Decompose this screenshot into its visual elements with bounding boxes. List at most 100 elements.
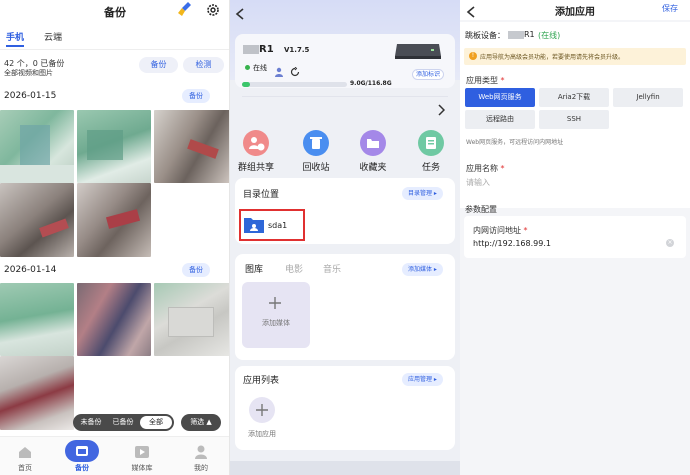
nav-backup-active[interactable] bbox=[65, 440, 99, 462]
app-list-title: 应用列表 bbox=[243, 376, 280, 386]
photo-thumbnail[interactable] bbox=[0, 183, 74, 257]
app-name-input[interactable]: 请输入 bbox=[466, 177, 490, 188]
device-status: 在线 bbox=[253, 64, 267, 72]
add-media-tile[interactable] bbox=[242, 282, 310, 348]
clear-icon[interactable]: × bbox=[666, 239, 674, 247]
directory-manage-button[interactable]: 目录管理 ▸ bbox=[402, 187, 443, 200]
folder-name[interactable]: sda1 bbox=[268, 221, 287, 230]
add-tag-button[interactable]: 添加标识 bbox=[412, 69, 444, 80]
backup-button[interactable]: 备份 bbox=[139, 57, 178, 73]
group-backup-button[interactable]: 备份 bbox=[182, 89, 210, 103]
tab-music[interactable]: 音乐 bbox=[323, 262, 341, 275]
app-type-label: 应用类型 * bbox=[466, 76, 505, 85]
device-name-redaction bbox=[243, 45, 259, 54]
filter-button[interactable]: 筛选 ▲ bbox=[181, 414, 221, 431]
online-dot bbox=[245, 65, 250, 70]
device-redaction bbox=[508, 31, 524, 39]
backup-panel: 备份 手机 云端 42 个，0 已备份 全部视频和图片 备份 检测 2026-0… bbox=[0, 0, 230, 475]
device-name: R1 bbox=[259, 44, 274, 55]
router-device-icon bbox=[393, 40, 443, 60]
app-manage-label: 应用管理 bbox=[408, 376, 433, 383]
folder-icon bbox=[243, 214, 265, 236]
date-header: 2026-01-14 bbox=[4, 265, 57, 275]
recycle-bin-label[interactable]: 回收站 bbox=[293, 160, 339, 173]
tasks-label[interactable]: 任务 bbox=[408, 160, 454, 173]
settings-icon[interactable] bbox=[206, 2, 220, 16]
storage-bar-track bbox=[242, 82, 347, 87]
nav-home[interactable]: 首页 bbox=[12, 463, 38, 473]
group-share-icon[interactable] bbox=[243, 130, 269, 156]
group-backup-button[interactable]: 备份 bbox=[182, 263, 210, 277]
add-app-button[interactable] bbox=[249, 397, 275, 423]
add-app-label: 添加应用 bbox=[248, 430, 276, 438]
favorites-label[interactable]: 收藏夹 bbox=[350, 160, 396, 173]
directory-manage-label: 目录管理 bbox=[408, 190, 433, 197]
type-aria2[interactable]: Aria2下载 bbox=[539, 88, 609, 107]
photo-thumbnail[interactable] bbox=[0, 356, 74, 430]
photo-thumbnail[interactable] bbox=[154, 283, 229, 356]
tab-movies[interactable]: 电影 bbox=[285, 262, 303, 275]
filter-not-backed-up[interactable]: 未备份 bbox=[75, 416, 107, 429]
back-icon[interactable] bbox=[235, 5, 245, 20]
date-header: 2026-01-15 bbox=[4, 91, 57, 101]
photo-thumbnail[interactable] bbox=[77, 183, 151, 257]
refresh-icon[interactable] bbox=[290, 62, 300, 77]
page-title: 添加应用 bbox=[555, 7, 595, 18]
tab-indicator bbox=[6, 45, 24, 47]
params-card bbox=[464, 216, 686, 258]
type-jellyfin[interactable]: Jellyfin bbox=[613, 88, 683, 107]
filter-all[interactable]: 全部 bbox=[140, 416, 172, 429]
type-ssh[interactable]: SSH bbox=[539, 110, 609, 129]
group-share-label[interactable]: 群组共享 bbox=[233, 160, 279, 173]
add-media-label: 添加媒体 bbox=[262, 319, 290, 327]
warning-icon: ! bbox=[469, 52, 477, 60]
tasks-icon[interactable] bbox=[418, 130, 444, 156]
device-panel: R1 V1.7.5 在线 添加标识 9.0G/116.8G 群组共享 回收站 收… bbox=[230, 0, 460, 475]
type-web[interactable]: Web网页服务 bbox=[465, 88, 535, 107]
app-manage-button[interactable]: 应用管理 ▸ bbox=[402, 373, 443, 386]
type-hint: Web网页服务，可远程访问内网地址 bbox=[466, 139, 564, 146]
broom-icon[interactable] bbox=[177, 1, 193, 17]
favorites-icon[interactable] bbox=[360, 130, 386, 156]
nav-backup[interactable]: 备份 bbox=[69, 463, 95, 473]
photo-thumbnail[interactable] bbox=[77, 283, 151, 356]
tab-gallery[interactable]: 图库 bbox=[245, 262, 263, 275]
add-media-button[interactable]: 添加媒体 ▸ bbox=[402, 263, 443, 276]
page-title: 备份 bbox=[104, 6, 126, 19]
device-version: V1.7.5 bbox=[284, 46, 310, 54]
jump-device-name: R1 bbox=[524, 30, 535, 39]
nav-profile[interactable]: 我的 bbox=[188, 463, 214, 473]
add-media-button-label: 添加媒体 bbox=[408, 266, 433, 273]
app-name-label: 应用名称 * bbox=[466, 164, 505, 173]
params-label: 参数配置 bbox=[465, 205, 497, 214]
directory-title: 目录位置 bbox=[243, 190, 280, 200]
nav-media[interactable]: 媒体库 bbox=[128, 463, 156, 473]
url-label: 内网访问地址 * bbox=[473, 226, 528, 235]
filter-backed-up[interactable]: 已备份 bbox=[107, 416, 139, 429]
profile-icon[interactable] bbox=[193, 444, 209, 459]
home-icon[interactable] bbox=[17, 444, 33, 458]
photo-thumbnail[interactable] bbox=[0, 110, 74, 183]
tab-phone[interactable]: 手机 bbox=[6, 30, 24, 43]
plus-icon bbox=[268, 295, 282, 309]
chevron-right-icon[interactable] bbox=[437, 101, 446, 116]
photo-thumbnail[interactable] bbox=[77, 110, 151, 183]
photo-thumbnail[interactable] bbox=[0, 283, 74, 356]
type-remote-routing[interactable]: 远程路由 bbox=[465, 110, 535, 129]
storage-text: 9.0G/116.8G bbox=[350, 80, 392, 87]
tab-cloud[interactable]: 云端 bbox=[44, 30, 62, 43]
save-button[interactable]: 保存 bbox=[662, 3, 678, 14]
backup-scope: 全部视频和图片 bbox=[4, 69, 53, 77]
user-icon bbox=[274, 62, 284, 77]
recycle-bin-icon[interactable] bbox=[303, 130, 329, 156]
jump-device-status: (在线) bbox=[538, 31, 561, 40]
add-app-panel: 添加应用 保存 跳板设备： R1 (在线) ! 应用导航为高级会员功能，若要使用… bbox=[460, 0, 690, 475]
url-input[interactable]: http://192.168.99.1 bbox=[473, 239, 551, 248]
media-icon[interactable] bbox=[134, 444, 150, 458]
divider bbox=[242, 96, 448, 97]
divider bbox=[0, 49, 229, 50]
notice-text: 应用导航为高级会员功能，若要使用请先将会员升级。 bbox=[480, 54, 625, 61]
photo-thumbnail[interactable] bbox=[154, 110, 229, 183]
jump-device-label: 跳板设备： bbox=[465, 31, 505, 40]
check-button[interactable]: 检测 bbox=[183, 57, 224, 73]
